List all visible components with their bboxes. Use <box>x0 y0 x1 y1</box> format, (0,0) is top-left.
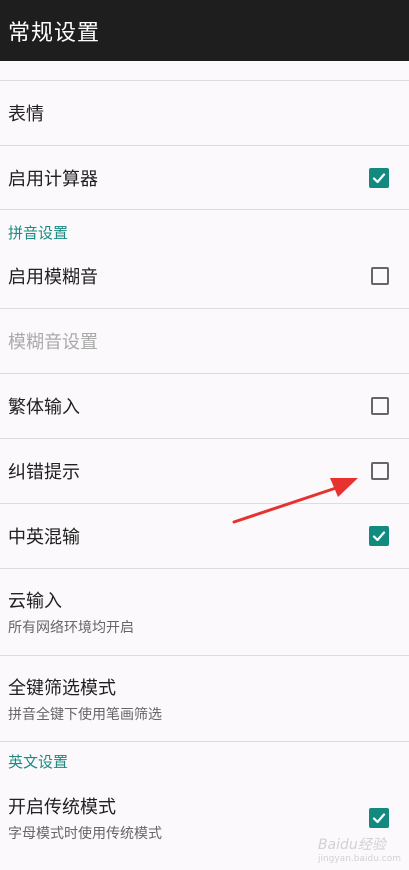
fuzzy-checkbox[interactable] <box>371 266 389 285</box>
watermark: Baidu经验 jingyan.baidu.com <box>318 834 401 864</box>
row-calculator[interactable]: 启用计算器 <box>0 146 409 210</box>
row-legacy-summary: 字母模式时使用传统模式 <box>8 825 162 842</box>
row-traditional[interactable]: 繁体输入 <box>0 374 409 439</box>
row-correction[interactable]: 纠错提示 <box>0 439 409 504</box>
calculator-checkbox[interactable] <box>369 167 389 188</box>
correction-checkbox[interactable] <box>371 462 389 480</box>
row-correction-title: 纠错提示 <box>8 462 80 483</box>
legacy-checkbox[interactable] <box>369 807 389 828</box>
row-cloud-summary: 所有网络环境均开启 <box>8 620 134 636</box>
check-icon <box>372 812 386 823</box>
app-bar: 常规设置 <box>0 0 409 61</box>
check-icon <box>372 172 386 183</box>
row-mixed-title: 中英混输 <box>8 527 80 548</box>
settings-list: 表情 启用计算器 拼音设置 启用模糊音 模糊音设置 繁体输入 纠错提示 中英混输 <box>0 61 409 851</box>
row-fullkey-summary: 拼音全键下使用笔画筛选 <box>8 706 162 723</box>
row-emoji-title: 表情 <box>8 104 44 125</box>
mixed-checkbox[interactable] <box>369 526 389 546</box>
check-icon <box>372 531 386 542</box>
section-header-pinyin: 拼音设置 <box>0 210 409 243</box>
row-mixed[interactable]: 中英混输 <box>0 504 409 569</box>
page-title: 常规设置 <box>8 20 101 46</box>
row-fuzzy[interactable]: 启用模糊音 <box>0 243 409 309</box>
row-fullkey[interactable]: 全键筛选模式 拼音全键下使用笔画筛选 <box>0 656 409 742</box>
row-calculator-title: 启用计算器 <box>8 168 98 190</box>
row-cloud[interactable]: 云输入 所有网络环境均开启 <box>0 569 409 656</box>
traditional-checkbox[interactable] <box>371 397 389 415</box>
row-fuzzy-settings: 模糊音设置 <box>0 309 409 374</box>
row-fuzzy-title: 启用模糊音 <box>8 266 98 288</box>
row-cloud-title: 云输入 <box>8 591 62 612</box>
section-pinyin-label: 拼音设置 <box>8 224 69 242</box>
row-fuzzy-settings-title: 模糊音设置 <box>8 332 98 353</box>
row-emoji[interactable]: 表情 <box>0 81 409 146</box>
watermark-text: Baidu经验 <box>317 837 386 853</box>
watermark-sub: jingyan.baidu.com <box>317 854 401 864</box>
section-english-label: 英文设置 <box>8 753 69 771</box>
section-header-english: 英文设置 <box>0 742 409 778</box>
row-fullkey-title: 全键筛选模式 <box>8 677 116 699</box>
row-traditional-title: 繁体输入 <box>8 397 80 418</box>
row-legacy-title: 开启传统模式 <box>8 796 116 818</box>
list-top-spacer <box>0 61 409 81</box>
